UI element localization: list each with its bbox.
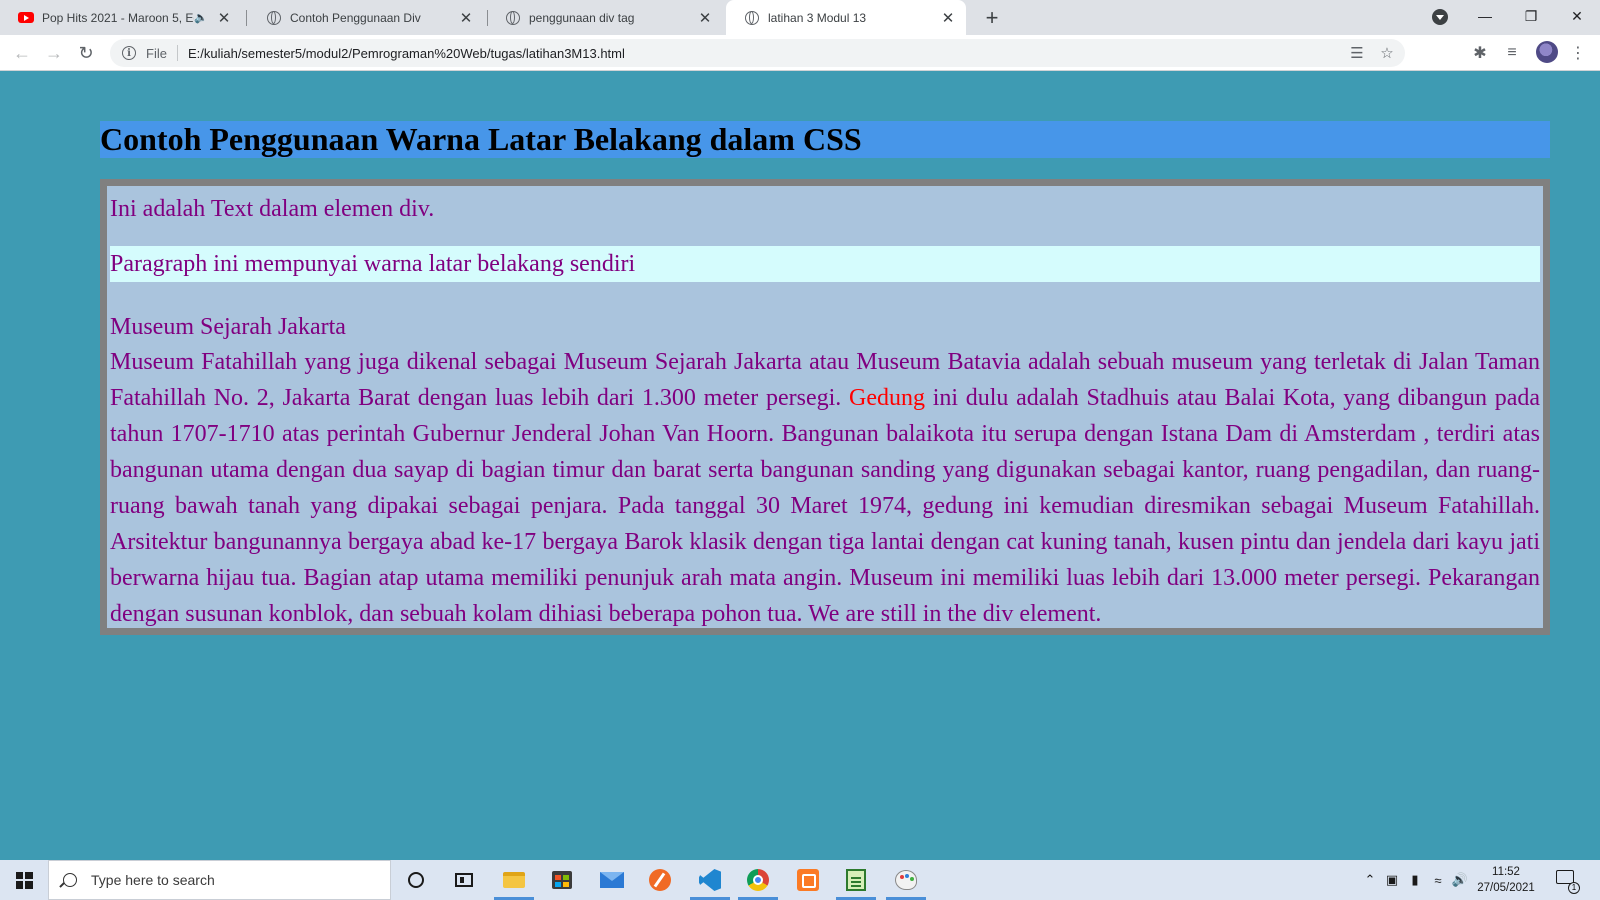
paint-button[interactable] [882,860,930,900]
forward-arrow-icon[interactable]: → [40,39,68,67]
back-arrow-icon[interactable]: ← [8,39,36,67]
restore-button[interactable]: ❐ [1508,0,1554,32]
extensions-icon[interactable]: ✱ [1466,39,1494,67]
tab-separator [246,10,247,26]
chrome-icon [747,869,769,891]
chevron-up-icon[interactable]: ⌃ [1360,860,1380,900]
swift-app-button[interactable] [636,860,684,900]
tab-penggunaan-div-tag[interactable]: penggunaan div tag ✕ [487,0,723,35]
star-icon[interactable]: ☆ [1373,39,1401,67]
highlighted-word: Gedung [849,385,925,411]
wifi-icon[interactable]: ≈ [1428,860,1448,900]
windows-taskbar: Type here to search ⌃ ▣ ▮ ≈ 🔊 11:52 27/0… [0,860,1600,900]
translate-icon[interactable]: ☰ [1343,39,1371,67]
tab-search-icon[interactable] [1432,9,1448,25]
tab-youtube[interactable]: Pop Hits 2021 - Maroon 5, Ed 🔈 ✕ [0,0,242,35]
minimize-button[interactable]: — [1462,0,1508,32]
url-text[interactable]: E:/kuliah/semester5/modul2/Pemrograman%2… [188,46,625,61]
vscode-button[interactable] [686,860,734,900]
taskbar-search-box[interactable]: Type here to search [48,860,391,900]
task-view-button[interactable] [440,860,488,900]
div-text: Ini adalah Text dalam elemen div. [110,196,435,222]
globe-icon [505,10,521,26]
close-icon[interactable]: ✕ [216,10,232,27]
volume-icon[interactable]: 🔊 [1450,860,1470,900]
search-placeholder: Type here to search [91,872,215,888]
microsoft-store-button[interactable] [538,860,586,900]
clock-time: 11:52 [1492,866,1520,878]
museum-title: Museum Sejarah Jakarta [110,314,346,340]
profile-avatar[interactable] [1536,41,1558,63]
task-view-icon [455,873,473,887]
address-bar[interactable]: i File E:/kuliah/semester5/modul2/Pemrog… [110,39,1405,67]
omnibox-divider [176,45,178,61]
speaker-icon[interactable]: 🔈 [194,11,208,24]
tab-contoh-penggunaan-div[interactable]: Contoh Penggunaan Div ✕ [248,0,484,35]
page-heading: Contoh Penggunaan Warna Latar Belakang d… [100,121,1550,158]
media-queue-icon[interactable]: ≡ [1498,39,1526,67]
youtube-icon [18,10,34,26]
tab-strip: Pop Hits 2021 - Maroon 5, Ed 🔈 ✕ Contoh … [0,0,1600,35]
battery-icon[interactable]: ▮ [1404,860,1426,900]
meet-now-icon[interactable]: ▣ [1382,860,1402,900]
cortana-icon [408,872,424,888]
content-div: Ini adalah Text dalam elemen div. Paragr… [100,179,1550,635]
xampp-button[interactable] [784,860,832,900]
cortana-button[interactable] [392,860,440,900]
close-icon[interactable]: ✕ [458,10,474,27]
close-icon[interactable]: ✕ [940,10,956,27]
chrome-button[interactable] [734,860,782,900]
mail-button[interactable] [588,860,636,900]
new-tab-button[interactable]: + [978,4,1006,32]
mail-icon [600,872,624,888]
tab-label: penggunaan div tag [529,10,635,25]
file-explorer-button[interactable] [490,860,538,900]
search-icon [63,873,77,887]
scheme-label: File [146,45,167,61]
clock-date: 27/05/2021 [1477,882,1535,894]
tab-label: latihan 3 Modul 13 [768,10,867,25]
notepad-plus-button[interactable] [832,860,880,900]
xampp-icon [797,869,819,891]
tab-label: Contoh Penggunaan Div [290,10,421,25]
reload-icon[interactable]: ↻ [72,39,100,67]
close-icon[interactable]: ✕ [697,10,713,27]
globe-icon [744,10,760,26]
file-explorer-icon [503,872,525,888]
notepad-icon [846,869,866,891]
menu-kebab-icon[interactable]: ⋮ [1564,39,1592,67]
browser-toolbar: ← → ↻ i File E:/kuliah/semester5/modul2/… [0,35,1600,71]
museum-description: Museum Fatahillah yang juga dikenal seba… [110,344,1540,632]
vscode-icon [699,869,721,891]
store-icon [552,871,572,889]
paragraph-with-background: Paragraph ini mempunyai warna latar bela… [110,246,1540,282]
museum-text-after: ini dulu adalah Stadhuis atau Balai Kota… [110,385,1540,627]
page-viewport: Contoh Penggunaan Warna Latar Belakang d… [0,72,1600,860]
notification-badge: 1 [1568,882,1580,894]
swift-icon [649,869,671,891]
system-clock[interactable]: 11:52 27/05/2021 [1468,864,1544,896]
action-center-button[interactable]: 1 [1556,870,1580,894]
paint-icon [895,870,917,890]
tab-label: Pop Hits 2021 - Maroon 5, Ed [42,10,195,25]
tab-latihan-3-modul-13[interactable]: latihan 3 Modul 13 ✕ [726,0,966,35]
info-icon[interactable]: i [122,46,136,60]
windows-logo-icon [15,871,33,889]
globe-icon [266,10,282,26]
close-window-button[interactable]: ✕ [1554,0,1600,32]
start-button[interactable] [0,860,48,900]
